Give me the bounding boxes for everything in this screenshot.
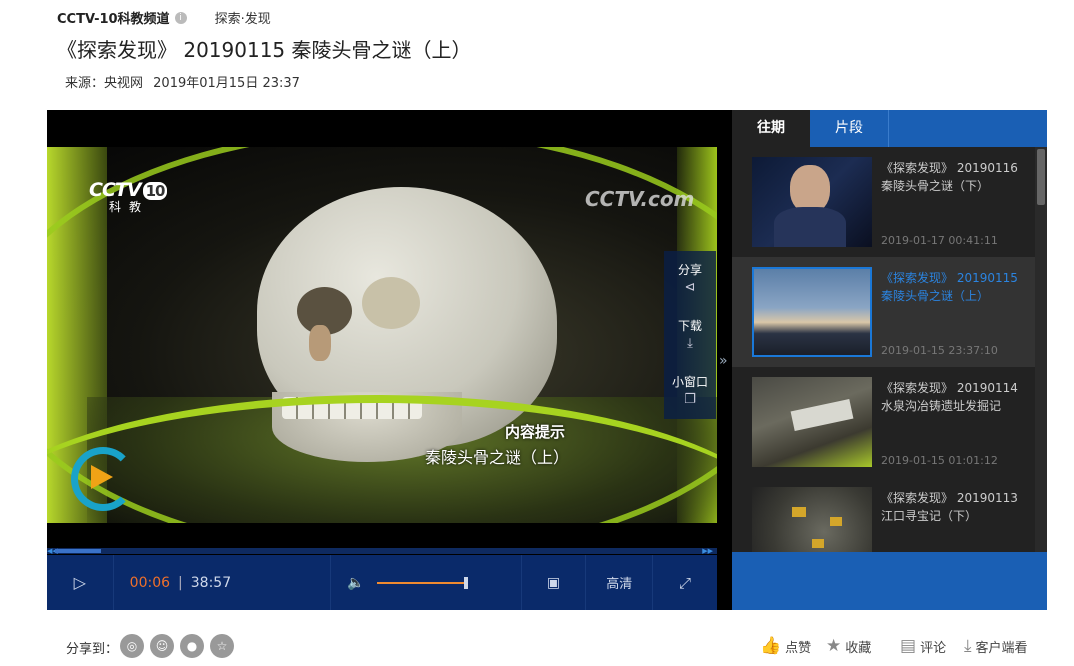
volume-control[interactable]: 🔈 — [331, 555, 522, 610]
current-time: 00:06 — [129, 574, 171, 591]
playlist-footer-bar — [732, 552, 1047, 610]
episode-title-line2: 秦陵头骨之谜（上） — [881, 289, 990, 303]
channel-header: CCTV-10科教频道 i 探索·发现 — [57, 8, 271, 27]
comment-button[interactable]: ▤ 评论 — [900, 636, 946, 656]
comment-icon: ▤ — [900, 636, 917, 656]
volume-knob[interactable] — [463, 576, 468, 589]
play-button[interactable]: ▷ — [47, 555, 114, 610]
episode-title-line2: 秦陵头骨之谜（下） — [881, 179, 990, 193]
play-triangle-logo-icon — [91, 465, 113, 489]
column-name[interactable]: 探索·发现 — [215, 8, 271, 27]
episode-title-line2: 江口寻宝记（下） — [881, 509, 978, 523]
caption-heading: 内容提示 — [505, 423, 566, 441]
weibo-icon[interactable]: ◎ — [120, 634, 144, 658]
star-icon: ★ — [826, 636, 842, 656]
episode-title-line1: 《探索发现》 20190115 — [881, 271, 1018, 285]
playlist-tabs: 往期 片段 — [732, 110, 1047, 147]
episode-date: 2019-01-15 23:37:10 — [881, 344, 998, 357]
list-item[interactable]: 《探索发现》 20190116 秦陵头骨之谜（下） 2019-01-17 00:… — [732, 147, 1035, 257]
episode-title-line2: 水泉沟冶铸遗址发掘记 — [881, 399, 1002, 413]
client-label: 客户端看 — [975, 640, 1028, 656]
episode-thumbnail[interactable] — [752, 157, 872, 247]
control-bar: ▷ 00:06 | 38:57 🔈 ▣ 高清 ⤢ — [47, 555, 717, 610]
mini-window-tool-button[interactable]: 小窗口 ❐ — [664, 363, 716, 419]
comment-label: 评论 — [920, 640, 947, 656]
info-icon[interactable]: i — [174, 11, 187, 24]
duration: 38:57 — [190, 574, 232, 591]
expand-playlist-icon[interactable]: » — [719, 353, 728, 369]
episode-thumbnail[interactable] — [752, 487, 872, 552]
fullscreen-button[interactable]: ⤢ — [653, 555, 717, 610]
episode-thumbnail[interactable] — [752, 377, 872, 467]
download-tool-button[interactable]: 下载 ⤓ — [664, 307, 716, 363]
video-frame[interactable]: CCTV 10 科教 CCTV.com 内容提示 秦陵头骨之谜（上） — [47, 147, 717, 523]
skull-nose — [309, 325, 331, 361]
list-item[interactable]: 《探索发现》 20190113 江口寻宝记（下） — [732, 477, 1035, 552]
qzone-star-icon[interactable]: ☆ — [210, 634, 234, 658]
bottom-action-bar: 分享到： ◎ ☺ ● ☆ 👍 点赞 ★ 收藏 ▤ 评论 ⤓ 客户端看 — [0, 612, 1074, 666]
video-player[interactable]: CCTV 10 科教 CCTV.com 内容提示 秦陵头骨之谜（上） 分享 ⊲ 下… — [47, 110, 732, 610]
cctv-com-watermark: CCTV.com — [585, 187, 695, 211]
wechat-icon[interactable]: ● — [180, 634, 204, 658]
play-icon: ▷ — [73, 573, 86, 592]
list-item[interactable]: 《探索发现》 20190114 水泉沟冶铸遗址发掘记 2019-01-15 01… — [732, 367, 1035, 477]
episode-date: 2019-01-17 00:41:11 — [881, 234, 998, 247]
playlist-panel: 往期 片段 《探索发现》 20190116 秦陵头骨之谜（下） 2019-01-… — [732, 110, 1047, 610]
episode-title: 《探索发现》 20190115 秦陵头骨之谜（上） — [881, 269, 1018, 305]
fullscreen-icon: ⤢ — [679, 573, 692, 592]
episode-title-line1: 《探索发现》 20190114 — [881, 381, 1018, 395]
episode-thumbnail[interactable] — [752, 267, 872, 357]
image-icon: ▣ — [546, 574, 561, 591]
episode-title: 《探索发现》 20190114 水泉沟冶铸遗址发掘记 — [881, 379, 1018, 415]
share-tool-button[interactable]: 分享 ⊲ — [664, 251, 716, 307]
client-download-button[interactable]: ⤓ 客户端看 — [964, 636, 1028, 656]
mini-window-icon: ❐ — [684, 392, 696, 407]
playlist-items: 《探索发现》 20190116 秦陵头骨之谜（下） 2019-01-17 00:… — [732, 147, 1035, 552]
list-item-selected[interactable]: 《探索发现》 20190115 秦陵头骨之谜（上） 2019-01-15 23:… — [732, 257, 1035, 367]
playlist-scrollbar[interactable] — [1035, 147, 1047, 552]
tab-clips[interactable]: 片段 — [810, 110, 889, 147]
volume-icon[interactable]: 🔈 — [347, 575, 364, 591]
episode-date: 2019-01-15 01:01:12 — [881, 454, 998, 467]
episode-title: 《探索发现》 20190116 秦陵头骨之谜（下） — [881, 159, 1018, 195]
download-client-icon: ⤓ — [964, 636, 972, 656]
quality-button[interactable]: 高清 — [586, 555, 654, 610]
time-display: 00:06 | 38:57 — [114, 555, 332, 610]
time-separator: | — [178, 574, 183, 591]
progress-fill — [55, 549, 101, 553]
like-button[interactable]: 👍 点赞 — [760, 636, 811, 656]
share-icon: ⊲ — [684, 280, 696, 295]
picture-settings-button[interactable]: ▣ — [522, 555, 587, 610]
favorite-button[interactable]: ★ 收藏 — [826, 636, 871, 656]
logo-sub-text: 科教 — [109, 200, 150, 214]
download-icon: ⤓ — [687, 336, 693, 351]
page-title: 《探索发现》 20190115 秦陵头骨之谜（上） — [57, 38, 472, 62]
quality-label: 高清 — [606, 577, 633, 592]
channel-name[interactable]: CCTV-10科教频道 — [57, 8, 170, 27]
episode-title-line1: 《探索发现》 20190116 — [881, 161, 1018, 175]
share-tool-label: 分享 — [677, 263, 702, 277]
side-toolbar: 分享 ⊲ 下载 ⤓ 小窗口 ❐ — [664, 251, 716, 419]
mini-window-tool-label: 小窗口 — [671, 375, 708, 389]
scrollbar-thumb[interactable] — [1037, 149, 1045, 205]
like-label: 点赞 — [785, 640, 812, 656]
thumbs-up-icon: 👍 — [760, 636, 782, 656]
episode-title-line1: 《探索发现》 20190113 — [881, 491, 1018, 505]
progress-end-icon: ▶▶ — [702, 547, 713, 555]
volume-slider[interactable] — [376, 576, 468, 589]
progress-bar[interactable]: ◀◀ ▶▶ — [47, 547, 717, 555]
episode-title: 《探索发现》 20190113 江口寻宝记（下） — [881, 489, 1018, 525]
download-tool-label: 下载 — [677, 319, 702, 333]
qq-icon[interactable]: ☺ — [150, 634, 174, 658]
skull-eye-right — [362, 277, 420, 329]
tab-past-episodes[interactable]: 往期 — [732, 110, 810, 147]
publish-time: 2019年01月15日 23:37 — [153, 76, 300, 91]
source-label: 来源：央视网 — [65, 76, 144, 91]
source-line: 来源：央视网 2019年01月15日 23:37 — [65, 72, 306, 91]
favorite-label: 收藏 — [845, 640, 872, 656]
share-to-label: 分享到： — [66, 642, 119, 657]
caption-text: 秦陵头骨之谜（上） — [425, 448, 570, 467]
